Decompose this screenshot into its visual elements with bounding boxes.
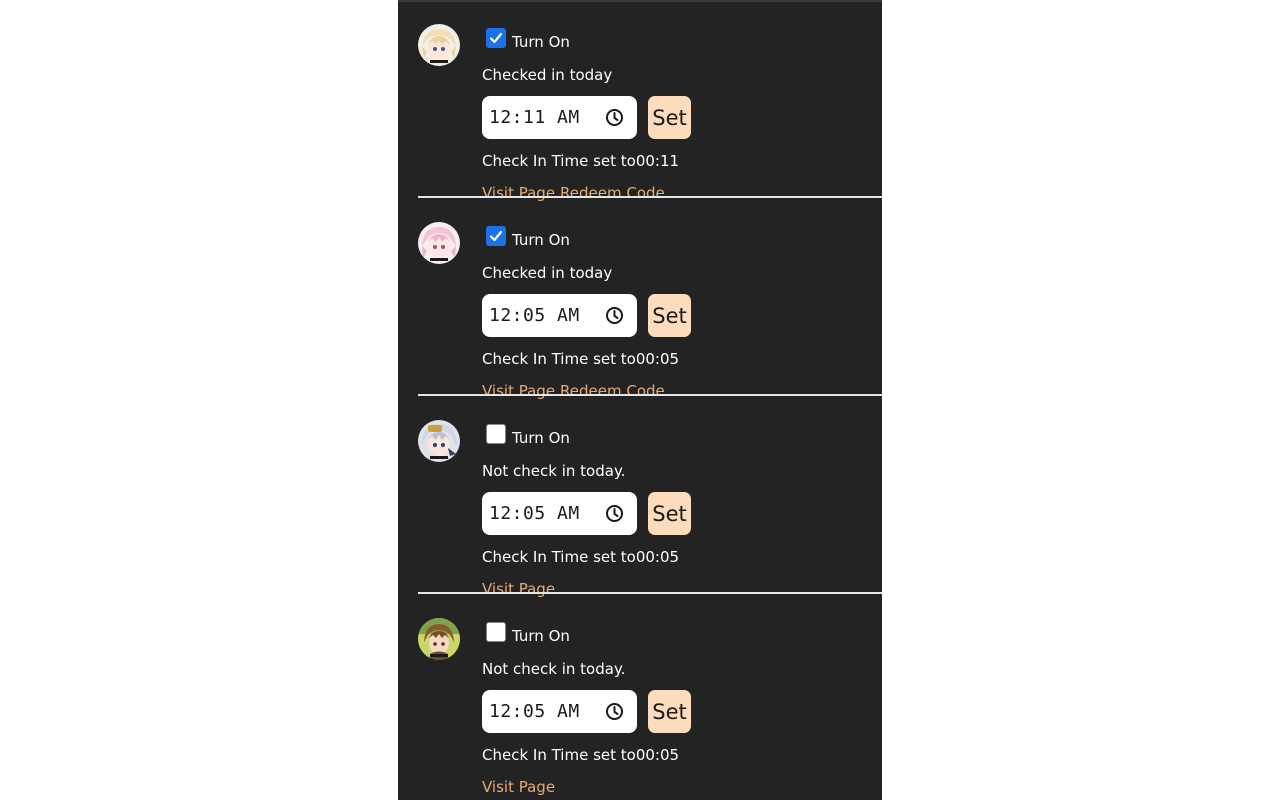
account-entry: Turn On Checked in today 12:11 AM Set Ch… [398, 0, 882, 202]
turn-on-row: Turn On [486, 621, 570, 645]
character-avatar-icon [418, 618, 460, 660]
check-icon [489, 32, 503, 44]
check-in-status: Checked in today [482, 264, 613, 282]
character-avatar-icon [418, 222, 460, 264]
set-button[interactable]: Set [648, 690, 691, 733]
account-entry: Turn On Not check in today. 12:05 AM Set… [398, 594, 882, 796]
time-value: 12:05 AM [489, 701, 580, 722]
turn-on-label: Turn On [512, 33, 570, 51]
turn-on-checkbox[interactable] [486, 226, 506, 246]
set-button[interactable]: Set [648, 492, 691, 535]
check-in-time-set-text: Check In Time set to00:05 [482, 548, 680, 566]
turn-on-row: Turn On [486, 423, 570, 447]
time-value: 12:05 AM [489, 503, 580, 524]
check-in-status: Not check in today. [482, 660, 626, 678]
check-in-time-set-text: Check In Time set to00:11 [482, 152, 680, 170]
time-value: 12:11 AM [489, 107, 580, 128]
time-value: 12:05 AM [489, 305, 580, 326]
check-icon [489, 230, 503, 242]
clock-icon[interactable] [605, 306, 624, 325]
check-in-status: Checked in today [482, 66, 613, 84]
turn-on-checkbox[interactable] [486, 622, 506, 642]
turn-on-label: Turn On [512, 627, 570, 645]
accounts-panel: Turn On Checked in today 12:11 AM Set Ch… [398, 0, 882, 800]
check-in-status: Not check in today. [482, 462, 626, 480]
set-button[interactable]: Set [648, 294, 691, 337]
check-in-time-input[interactable]: 12:11 AM [482, 96, 637, 139]
turn-on-row: Turn On [486, 225, 570, 249]
check-in-time-input[interactable]: 12:05 AM [482, 294, 637, 337]
character-avatar-icon [418, 420, 460, 462]
account-entry: Turn On Checked in today 12:05 AM Set Ch… [398, 198, 882, 400]
check-in-time-set-text: Check In Time set to00:05 [482, 746, 680, 764]
turn-on-label: Turn On [512, 231, 570, 249]
set-button[interactable]: Set [648, 96, 691, 139]
check-in-time-input[interactable]: 12:05 AM [482, 690, 637, 733]
entry-links: Visit Page [482, 778, 555, 796]
turn-on-label: Turn On [512, 429, 570, 447]
turn-on-checkbox[interactable] [486, 28, 506, 48]
character-avatar-icon [418, 24, 460, 66]
clock-icon[interactable] [605, 702, 624, 721]
turn-on-checkbox[interactable] [486, 424, 506, 444]
check-in-time-set-text: Check In Time set to00:05 [482, 350, 680, 368]
check-in-time-input[interactable]: 12:05 AM [482, 492, 637, 535]
clock-icon[interactable] [605, 504, 624, 523]
clock-icon[interactable] [605, 108, 624, 127]
visit-page-link[interactable]: Visit Page [482, 778, 555, 796]
turn-on-row: Turn On [486, 27, 570, 51]
account-entry: Turn On Not check in today. 12:05 AM Set… [398, 396, 882, 598]
